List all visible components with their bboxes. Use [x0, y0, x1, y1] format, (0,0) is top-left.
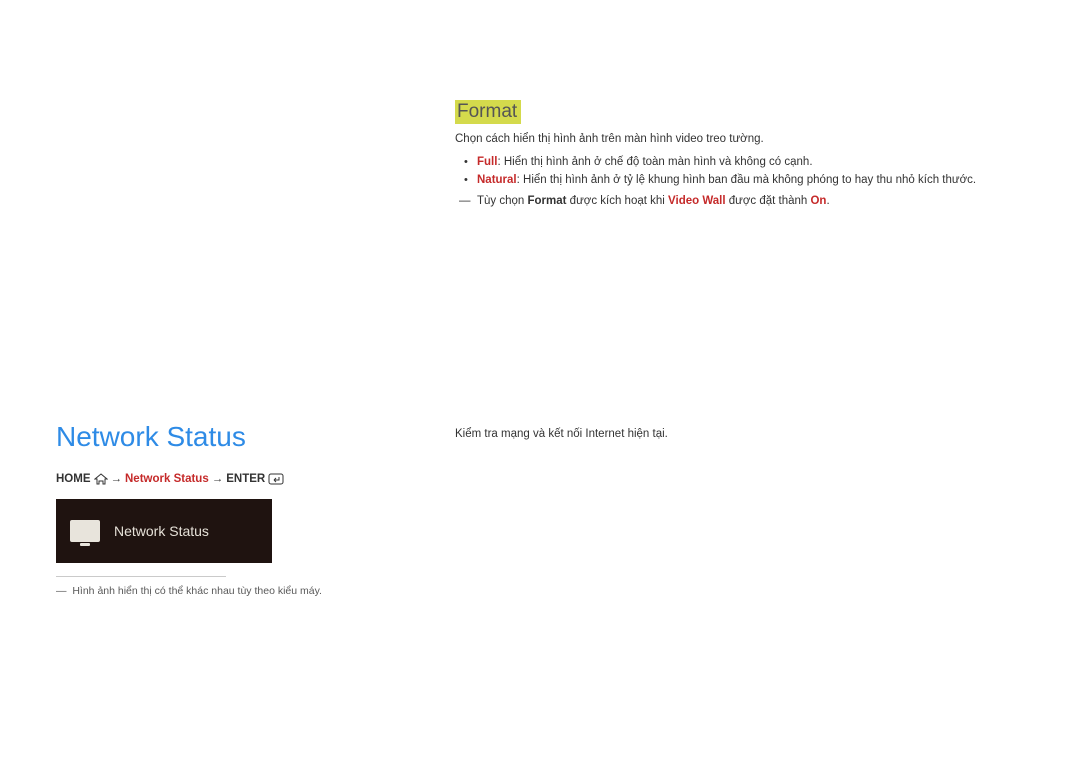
format-bullet-list: Full: Hiển thị hình ảnh ở chế độ toàn mà…	[455, 150, 976, 186]
format-intro-text: Chọn cách hiển thị hình ảnh trên màn hìn…	[455, 133, 764, 145]
bullet-full-label: Full	[477, 156, 497, 168]
breadcrumb-arrow1: →	[111, 473, 123, 485]
breadcrumb-network-status: Network Status	[125, 473, 209, 485]
dash-icon: ―	[455, 195, 477, 207]
monitor-icon	[70, 520, 100, 542]
breadcrumb-home: HOME	[56, 473, 91, 485]
note-after: được đặt thành	[726, 195, 811, 207]
format-note: ―Tùy chọn Format được kích hoạt khi Vide…	[455, 195, 830, 207]
bullet-natural: Natural: Hiển thị hình ảnh ở tỷ lệ khung…	[455, 174, 976, 186]
breadcrumb-arrow2: →	[212, 473, 224, 485]
bullet-natural-desc: : Hiển thị hình ảnh ở tỷ lệ khung hình b…	[517, 174, 976, 186]
home-icon	[94, 473, 108, 485]
note-mid: được kích hoạt khi	[566, 195, 668, 207]
note-on: On	[810, 195, 826, 207]
network-status-title: Network Status	[56, 421, 246, 453]
page: Format Chọn cách hiển thị hình ảnh trên …	[0, 0, 1080, 763]
divider	[56, 576, 226, 577]
network-body-text: Kiểm tra mạng và kết nối Internet hiện t…	[455, 428, 668, 440]
enter-icon	[268, 473, 284, 485]
tile-label: Network Status	[114, 523, 209, 539]
note-end: .	[826, 195, 829, 207]
breadcrumb-enter: ENTER	[226, 473, 265, 485]
bullet-natural-label: Natural	[477, 174, 517, 186]
network-status-tile[interactable]: Network Status	[56, 499, 272, 563]
footnote: ― Hình ảnh hiển thị có thể khác nhau tùy…	[56, 585, 322, 597]
note-format-bold: Format	[528, 195, 567, 207]
bullet-full-desc: : Hiển thị hình ảnh ở chế độ toàn màn hì…	[497, 156, 812, 168]
format-heading: Format	[455, 100, 521, 124]
footnote-dash-icon: ―	[56, 585, 67, 597]
footnote-text: Hình ảnh hiển thị có thể khác nhau tùy t…	[72, 585, 322, 597]
bullet-full: Full: Hiển thị hình ảnh ở chế độ toàn mà…	[455, 156, 976, 168]
note-prefix: Tùy chọn	[477, 195, 528, 207]
note-videowall: Video Wall	[668, 195, 726, 207]
breadcrumb: HOME → Network Status → ENTER	[56, 473, 284, 485]
